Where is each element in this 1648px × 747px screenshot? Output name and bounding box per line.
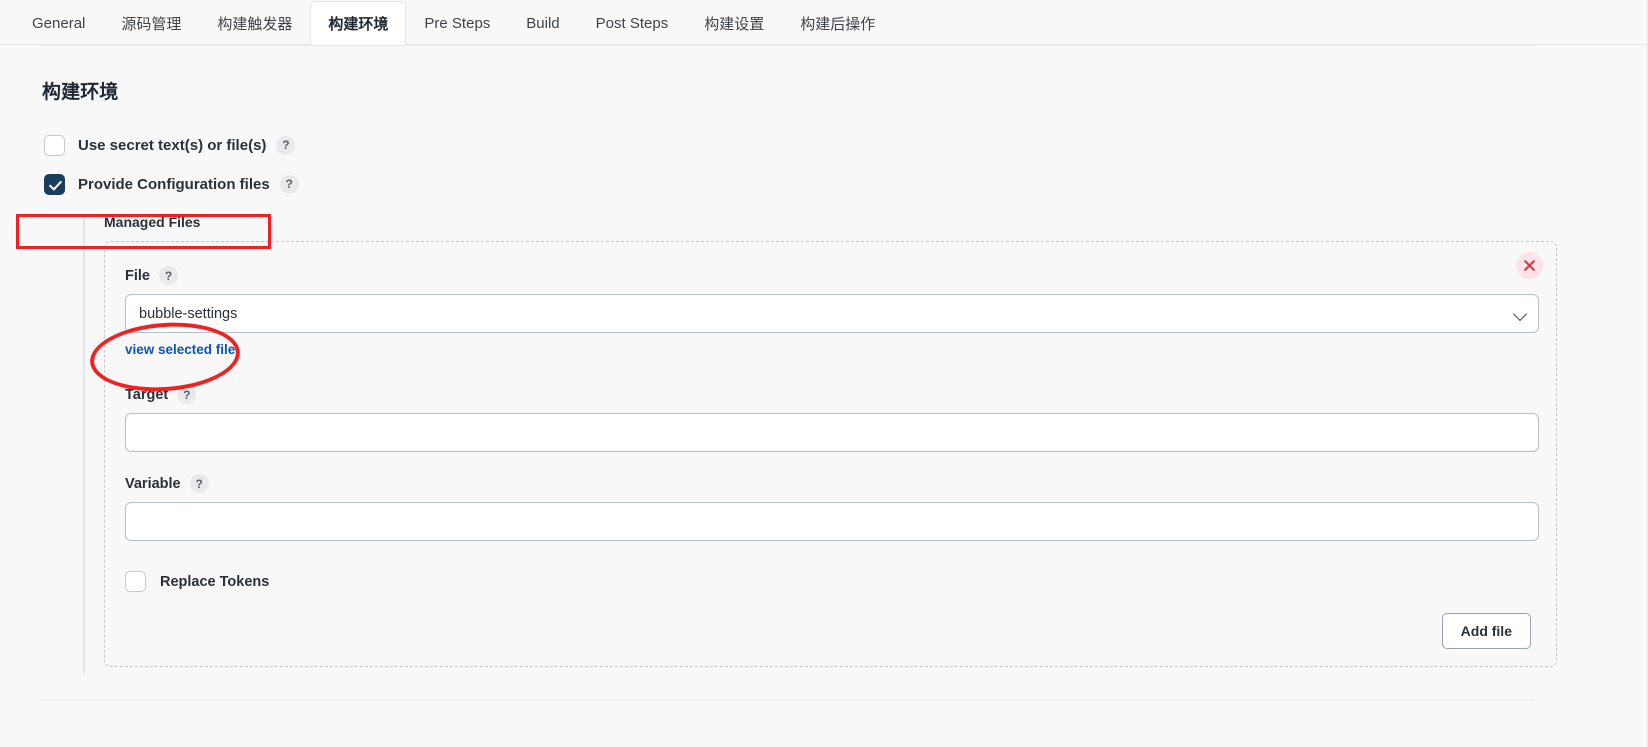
option-provide-config-files-row[interactable]: Provide Configuration files ?: [44, 167, 1618, 201]
file-select[interactable]: bubble-settings: [125, 294, 1539, 333]
use-secret-text-label: Use secret text(s) or file(s): [78, 136, 267, 154]
variable-label-text: Variable: [125, 475, 181, 492]
file-field-label: File ?: [125, 266, 1536, 285]
add-file-button[interactable]: Add file: [1441, 613, 1531, 649]
help-icon[interactable]: ?: [189, 474, 209, 493]
managed-file-entry: File ? bubble-settings view selected fil…: [104, 241, 1557, 667]
settings-tab-bar: General 源码管理 构建触发器 构建环境 Pre Steps Build …: [0, 0, 1648, 45]
add-file-row: Add file: [125, 613, 1536, 649]
tab-post-steps[interactable]: Post Steps: [578, 1, 687, 45]
variable-input[interactable]: [125, 502, 1539, 541]
target-input[interactable]: [125, 413, 1539, 452]
build-environment-panel: 构建环境 Use secret text(s) or file(s) ? Pro…: [0, 45, 1648, 700]
provide-config-files-label: Provide Configuration files: [78, 175, 270, 193]
file-select-wrapper: bubble-settings: [125, 294, 1539, 333]
file-label-text: File: [125, 267, 150, 284]
help-icon[interactable]: ?: [158, 266, 178, 285]
view-selected-file-link[interactable]: view selected file: [125, 342, 235, 357]
delete-file-entry-button[interactable]: [1516, 252, 1543, 279]
tab-build-settings[interactable]: 构建设置: [686, 1, 782, 45]
tab-build-triggers[interactable]: 构建触发器: [199, 1, 310, 45]
tab-general[interactable]: General: [14, 1, 103, 45]
tab-pre-steps[interactable]: Pre Steps: [406, 1, 508, 45]
replace-tokens-label: Replace Tokens: [160, 573, 270, 590]
managed-files-section: Managed Files File ? bubble-settings vie…: [83, 214, 1618, 673]
top-divider: [42, 45, 1534, 46]
help-icon[interactable]: ?: [279, 174, 299, 194]
tab-scm[interactable]: 源码管理: [103, 1, 199, 45]
provide-config-files-checkbox[interactable]: [44, 173, 65, 195]
bottom-divider: [42, 699, 1534, 700]
help-icon[interactable]: ?: [276, 135, 296, 155]
target-field-label: Target ?: [125, 385, 1536, 404]
managed-files-label: Managed Files: [104, 214, 201, 230]
page-title: 构建环境: [42, 82, 119, 103]
help-icon[interactable]: ?: [177, 385, 197, 404]
tab-build[interactable]: Build: [508, 1, 577, 45]
replace-tokens-checkbox[interactable]: [125, 571, 146, 592]
use-secret-text-checkbox[interactable]: [44, 134, 65, 156]
target-label-text: Target: [125, 386, 169, 403]
variable-field-label: Variable ?: [125, 474, 1536, 493]
close-icon: [1524, 260, 1535, 271]
tab-post-build-actions[interactable]: 构建后操作: [782, 1, 893, 45]
option-use-secret-text-row[interactable]: Use secret text(s) or file(s) ?: [44, 128, 1618, 162]
tab-build-environment[interactable]: 构建环境: [310, 1, 407, 45]
replace-tokens-row[interactable]: Replace Tokens: [125, 571, 1536, 592]
